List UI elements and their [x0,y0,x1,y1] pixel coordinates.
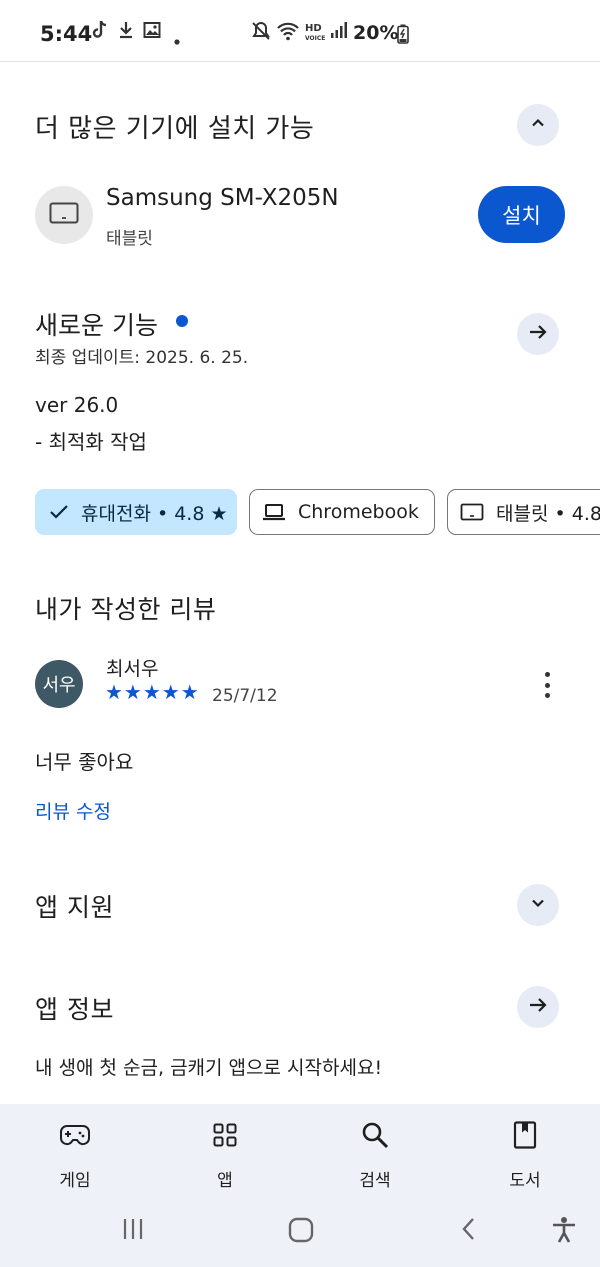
nav-apps-label: 앱 [217,1171,233,1191]
release-note: - 최적화 작업 [35,430,147,454]
chip-tablet[interactable]: 태블릿 • 4.8 ★ [447,489,600,535]
home-icon[interactable] [287,1216,315,1244]
avatar: 서우 [35,660,83,708]
chip-chromebook[interactable]: Chromebook [249,489,435,535]
chip-chromebook-label: Chromebook [298,501,419,523]
whats-new-arrow-button[interactable] [517,313,559,355]
recent-apps-icon[interactable] [120,1216,146,1242]
signal-icon [330,20,348,44]
chevron-down-icon [529,894,547,916]
tablet-icon [460,503,484,521]
chevron-up-icon [529,114,547,136]
check-icon [49,504,69,520]
battery-percent: 20% [353,22,399,44]
device-name: Samsung SM-X205N [106,185,339,211]
arrow-right-icon [528,323,548,345]
download-icon [118,20,134,44]
back-icon[interactable] [458,1216,480,1242]
chip-phone-label: 휴대전화 • 4.8 ★ [81,502,228,525]
device-avatar [35,186,93,244]
app-support-expand-button[interactable] [517,884,559,926]
device-type: 태블릿 [106,229,153,249]
install-devices-title: 더 많은 기기에 설치 가능 [35,114,315,144]
dot-icon [174,30,180,49]
mute-icon [250,20,272,46]
app-info-arrow-button[interactable] [517,986,559,1028]
book-icon [513,1118,537,1152]
version-text: ver 26.0 [35,393,119,417]
rating-stars: ★★★★★ [105,680,200,704]
nav-search[interactable]: 검색 [320,1118,430,1198]
whats-new-title: 새로운 기능 [35,311,158,340]
more-options-icon[interactable] [536,670,558,700]
nav-books-label: 도서 [509,1171,541,1191]
app-support-title: 앱 지원 [35,893,114,922]
install-button[interactable]: 설치 [478,186,565,243]
wifi-icon [276,20,300,46]
nav-apps[interactable]: 앱 [170,1118,280,1198]
collapse-button[interactable] [517,104,559,146]
accessibility-icon[interactable] [550,1216,578,1244]
tablet-icon [49,202,79,228]
hd-voice-icon: HD VOICE [305,23,326,43]
my-review-title: 내가 작성한 리뷰 [35,595,217,624]
nav-games[interactable]: 게임 [20,1118,130,1198]
chip-tablet-label: 태블릿 • 4.8 ★ [496,502,600,525]
app-info-description: 내 생애 첫 순금, 금캐기 앱으로 시작하세요! [35,1057,383,1079]
nav-search-label: 검색 [359,1171,391,1191]
gallery-icon [143,20,161,44]
nav-games-label: 게임 [59,1171,91,1191]
status-bar: 5:44 HD VOICE 20% [0,0,600,62]
tiktok-icon [92,20,108,44]
search-icon [361,1118,389,1152]
apps-grid-icon [213,1118,237,1152]
review-body: 너무 좋아요 [35,750,134,774]
chip-phone[interactable]: 휴대전화 • 4.8 ★ [35,489,237,535]
gamepad-icon [60,1118,90,1152]
last-update-date: 최종 업데이트: 2025. 6. 25. [35,348,249,368]
battery-charging-icon [397,24,409,48]
system-navigation-bar [0,1200,600,1267]
nav-books[interactable]: 도서 [470,1118,580,1198]
status-divider [0,61,600,62]
review-date: 25/7/12 [212,686,278,706]
reviewer-name: 최서우 [106,658,159,680]
new-indicator-dot [176,315,188,327]
laptop-icon [262,503,286,521]
edit-review-link[interactable]: 리뷰 수정 [35,797,111,824]
arrow-right-icon [528,996,548,1018]
status-time: 5:44 [40,22,93,46]
app-info-title: 앱 정보 [35,995,114,1024]
